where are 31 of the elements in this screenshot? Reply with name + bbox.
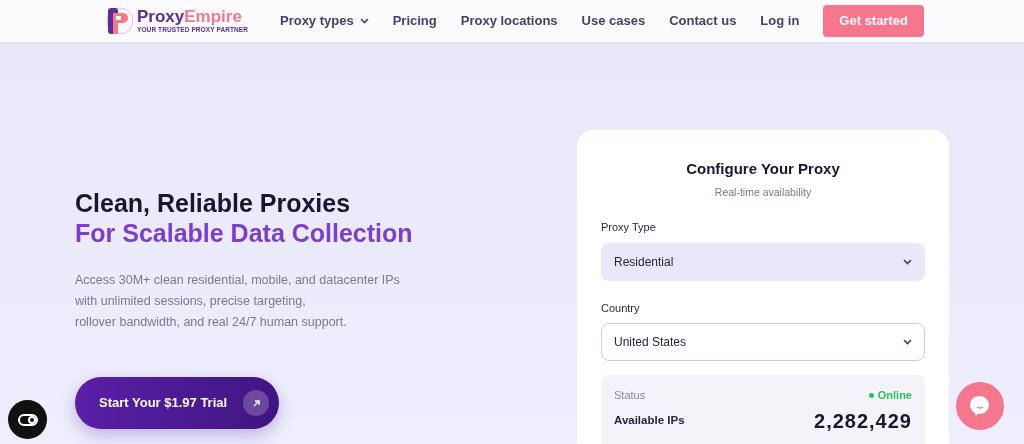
- ips-count: 2,282,429: [814, 409, 912, 432]
- status-dot: [868, 393, 874, 398]
- hero-subtitle: For Scalable Data Collection: [75, 218, 414, 248]
- card-title: Configure Your Proxy: [685, 159, 841, 179]
- caret-icon: [903, 258, 912, 265]
- brand-name: Empire: [184, 6, 242, 26]
- nav-link[interactable]: Contact us: [669, 11, 737, 31]
- hero-title: Clean, Reliable Proxies: [75, 188, 352, 218]
- nav-link[interactable]: Pricing: [392, 11, 437, 31]
- brand-name: Proxy: [137, 6, 185, 26]
- chat-icon: [968, 394, 992, 418]
- nav-link[interactable]: Use cases: [581, 11, 646, 31]
- nav-link[interactable]: Log in: [760, 11, 800, 31]
- nav-link[interactable]: Proxy locations: [460, 11, 558, 31]
- select-field[interactable]: Residential: [601, 242, 925, 281]
- chat-button[interactable]: [956, 382, 1004, 430]
- logo-icon: [105, 6, 133, 36]
- caret-icon: [903, 339, 912, 346]
- card-subtitle: Real-time availability: [713, 184, 813, 200]
- ips-label: Available IPs: [614, 413, 685, 429]
- status-label: Status: [614, 388, 646, 404]
- toggle-icon: [17, 413, 38, 426]
- start-trial-button[interactable]: Start Your $1.97 Trial: [75, 377, 279, 429]
- caret-icon: [359, 18, 369, 24]
- hero-description: Access 30M+ clean residential, mobile, and datacenter IPs with unlimited sessions, precise targeting, rollover bandwidth, and real 24/7 human support.: [75, 272, 401, 331]
- status-indicator: Online: [868, 387, 912, 404]
- select-field[interactable]: United States: [601, 323, 925, 362]
- field-label: Country: [601, 300, 641, 316]
- accessibility-button[interactable]: [8, 400, 47, 439]
- nav-link[interactable]: Proxy types: [279, 11, 369, 31]
- field-label: Proxy Type: [601, 220, 657, 236]
